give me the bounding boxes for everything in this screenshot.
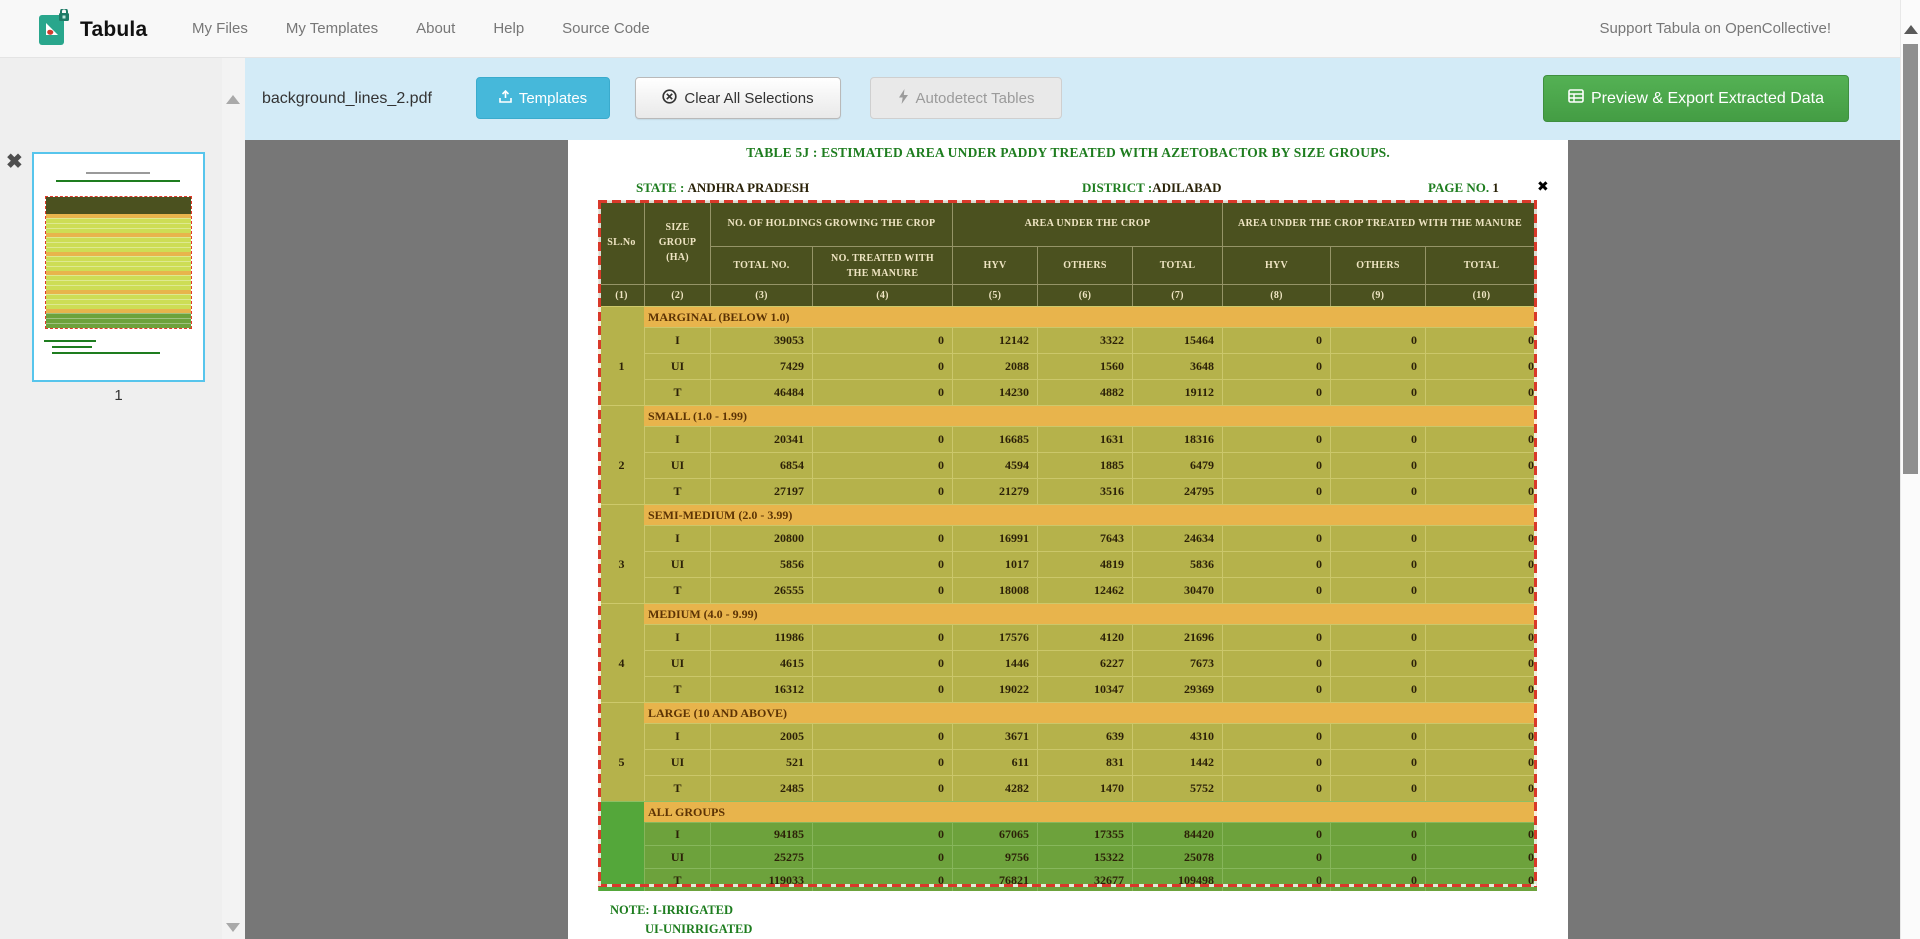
brand[interactable]: Tabula [38, 9, 147, 51]
thumbnail-page-number: 1 [32, 387, 205, 404]
sidebar: ✖ 1 [0, 57, 245, 939]
nav-links: My Files My Templates About Help Source … [192, 0, 650, 57]
pdf-note-1: NOTE: I-IRRIGATED [610, 903, 733, 918]
clear-icon [662, 89, 677, 108]
templates-label: Templates [519, 90, 587, 107]
selection-close-icon[interactable]: ✖ [1537, 178, 1549, 195]
tabula-app: Tabula My Files My Templates About Help … [0, 0, 1920, 939]
sidebar-scrollbar[interactable] [222, 57, 245, 939]
pdf-page-no: PAGE NO. 1 [1428, 180, 1499, 196]
nav-my-files[interactable]: My Files [192, 20, 248, 37]
templates-button[interactable]: Templates [476, 77, 610, 119]
remove-page-icon[interactable]: ✖ [6, 149, 23, 174]
pdf-filename: background_lines_2.pdf [262, 57, 432, 140]
autodetect-label: Autodetect Tables [916, 90, 1035, 107]
brand-title: Tabula [80, 18, 147, 42]
tabula-logo-icon [38, 9, 71, 51]
pdf-table-title: TABLE 5J : ESTIMATED AREA UNDER PADDY TR… [568, 145, 1568, 161]
export-label: Preview & Export Extracted Data [1591, 90, 1824, 108]
autodetect-tables-button: Autodetect Tables [870, 77, 1062, 119]
toolbar: background_lines_2.pdf Templates Clear A… [245, 57, 1920, 140]
pdf-note-2: UI-UNIRRIGATED [645, 922, 752, 937]
templates-icon [499, 90, 512, 107]
pdf-district: DISTRICT :ADILABAD [1082, 180, 1222, 196]
page-thumbnail[interactable] [32, 152, 205, 382]
sidebar-scroll-up-icon[interactable] [226, 95, 240, 104]
thumbnail-mini-table [45, 196, 192, 329]
pdf-state: STATE : ANDHRA PRADESH [636, 180, 809, 196]
lightning-icon [898, 89, 909, 108]
support-link[interactable]: Support Tabula on OpenCollective! [1599, 0, 1831, 57]
nav-about[interactable]: About [416, 20, 455, 37]
clear-label: Clear All Selections [684, 90, 813, 107]
clear-selections-button[interactable]: Clear All Selections [635, 77, 841, 119]
export-button[interactable]: Preview & Export Extracted Data [1543, 75, 1849, 122]
scrollbar-thumb[interactable] [1903, 44, 1918, 474]
sidebar-scroll-down-icon[interactable] [226, 923, 240, 932]
nav-source-code[interactable]: Source Code [562, 20, 650, 37]
table-selection-box[interactable] [598, 200, 1537, 887]
spreadsheet-icon [1568, 89, 1584, 108]
window-scrollbar[interactable] [1900, 0, 1920, 939]
navbar: Tabula My Files My Templates About Help … [0, 0, 1920, 58]
nav-my-templates[interactable]: My Templates [286, 20, 378, 37]
nav-help[interactable]: Help [493, 20, 524, 37]
scroll-up-icon[interactable] [1904, 25, 1918, 34]
pdf-page: TABLE 5J : ESTIMATED AREA UNDER PADDY TR… [568, 140, 1568, 939]
pdf-canvas: TABLE 5J : ESTIMATED AREA UNDER PADDY TR… [245, 140, 1901, 939]
